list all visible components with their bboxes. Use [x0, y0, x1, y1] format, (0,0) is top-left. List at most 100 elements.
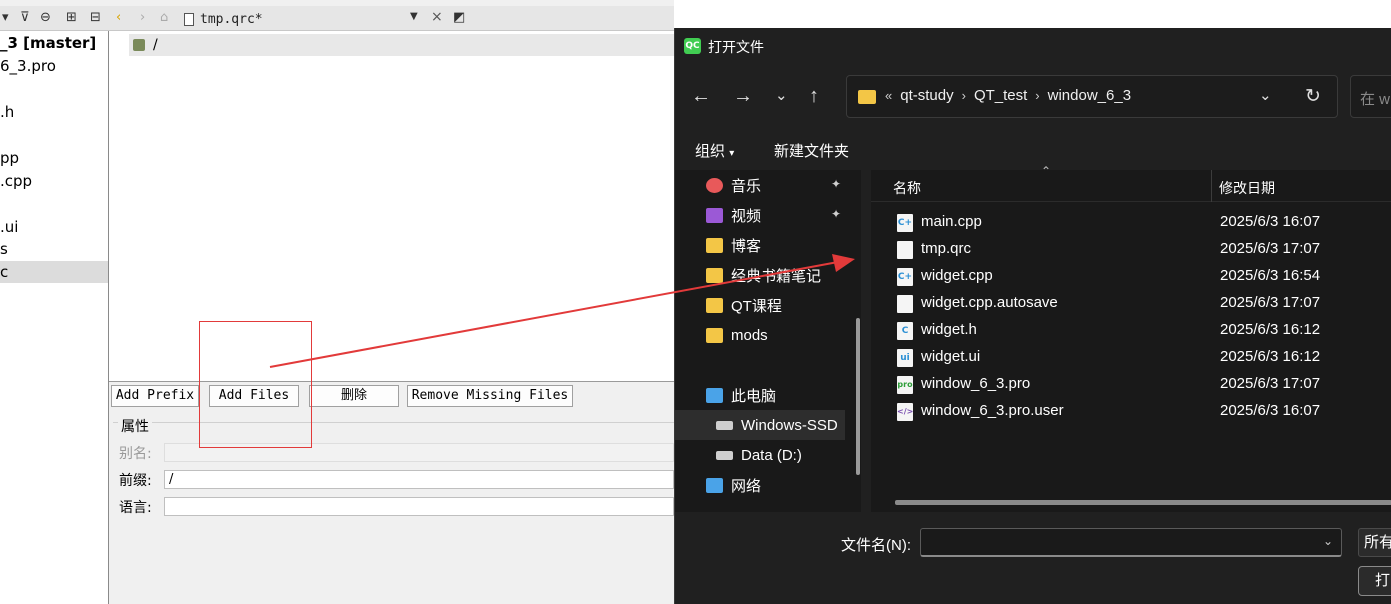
filter-icon[interactable]: ⊽ [20, 10, 30, 26]
file-row[interactable]: C+ main.cpp 2025/6/3 16:07 [871, 209, 1391, 236]
chevron-right-icon[interactable]: › [1035, 88, 1039, 103]
nav-item-this-pc[interactable]: 此电脑 [675, 380, 845, 410]
dialog-title: 打开文件 [708, 39, 764, 55]
back-arrow-icon[interactable]: ← [691, 85, 711, 107]
breadcrumb: « qt-study › QT_test › window_6_3 [885, 87, 1131, 104]
dialog-footer: 文件名(N): ⌄ 所有 打 [675, 512, 1391, 604]
link-icon[interactable]: ⊖ [40, 10, 51, 26]
prefix-label: 前缀: [119, 473, 152, 489]
chevron-down-icon[interactable]: ⌄ [1259, 86, 1272, 104]
alias-label: 别名: [119, 446, 152, 462]
horizontal-scrollbar[interactable] [895, 500, 1391, 505]
search-placeholder: 在 w [1360, 91, 1391, 108]
generic-file-icon [897, 295, 913, 313]
split-icon[interactable]: ⊞ [66, 10, 77, 26]
add-prefix-button[interactable]: Add Prefix [111, 385, 199, 407]
breadcrumb-item[interactable]: window_6_3 [1048, 87, 1131, 104]
collapse-icon[interactable]: ⊟ [90, 10, 101, 26]
file-row[interactable]: C+ widget.cpp 2025/6/3 16:54 [871, 263, 1391, 290]
nav-item-music[interactable]: 音乐 ✦ [675, 170, 845, 200]
open-file-dialog: QC 打开文件 ← → ⌄ ↑ « qt-study › QT_test › w… [674, 28, 1391, 604]
nav-item-mods[interactable]: mods [675, 320, 845, 350]
project-item-selected[interactable]: c [0, 261, 108, 283]
dropdown-icon[interactable]: ▾ [2, 10, 9, 26]
address-bar[interactable]: « qt-study › QT_test › window_6_3 ⌄ ↻ [846, 75, 1338, 118]
project-item[interactable]: .h [0, 101, 108, 123]
navigation-pane: 音乐 ✦ 视频 ✦ 博客 经典书籍笔记 QT课程 mods 此电脑 Window… [675, 170, 861, 512]
project-item[interactable]: 6_3.pro [0, 55, 108, 77]
file-row[interactable]: widget.cpp.autosave 2025/6/3 17:07 [871, 290, 1391, 317]
remove-missing-files-button[interactable]: Remove Missing Files [407, 385, 573, 407]
add-files-button[interactable]: Add Files [209, 385, 299, 407]
pin-icon[interactable]: ✦ [831, 177, 841, 191]
file-row[interactable]: ui widget.ui 2025/6/3 16:12 [871, 344, 1391, 371]
project-item[interactable]: .cpp [0, 170, 108, 192]
back-icon[interactable]: ‹ [116, 10, 121, 26]
user-file-icon: </> [897, 403, 913, 421]
file-row[interactable]: tmp.qrc 2025/6/3 17:07 [871, 236, 1391, 263]
chevron-down-icon[interactable]: ⌄ [1323, 534, 1333, 548]
file-list: ⌃ 名称 修改日期 C+ main.cpp 2025/6/3 16:07 tmp… [871, 164, 1391, 512]
up-arrow-icon[interactable]: ↑ [809, 85, 819, 107]
command-bar: 组织 ▾ 新建文件夹 [675, 128, 1391, 170]
search-input[interactable]: 在 w [1350, 75, 1391, 118]
prefix-field[interactable]: / [164, 470, 674, 489]
project-item[interactable]: pp [0, 147, 108, 169]
properties-title: 属性 [118, 416, 152, 436]
language-field[interactable] [164, 497, 674, 516]
tab-dropdown-icon[interactable]: ▼ [410, 11, 418, 22]
file-row[interactable]: C widget.h 2025/6/3 16:12 [871, 317, 1391, 344]
delete-button[interactable]: 删除 [309, 385, 399, 407]
column-name[interactable]: 名称 [893, 178, 921, 198]
nav-item-data-d[interactable]: Data (D:) [675, 440, 845, 470]
overflow-icon[interactable]: « [885, 88, 892, 103]
column-modified[interactable]: 修改日期 [1219, 178, 1275, 198]
document-icon [184, 12, 194, 26]
resource-bottom-panel: Add Prefix Add Files 删除 Remove Missing F… [109, 381, 674, 604]
breadcrumb-item[interactable]: qt-study [900, 87, 953, 104]
nav-item-network[interactable]: 网络 [675, 470, 845, 500]
dialog-titlebar[interactable]: QC 打开文件 [675, 28, 1391, 64]
project-item[interactable]: s [0, 238, 108, 260]
nav-item-video[interactable]: 视频 ✦ [675, 200, 845, 230]
prefix-icon [133, 39, 145, 51]
nav-item-blog[interactable]: 博客 [675, 230, 845, 260]
drive-icon [716, 420, 733, 430]
filename-input[interactable] [920, 528, 1342, 557]
nav-item-books[interactable]: 经典书籍笔记 [675, 260, 845, 290]
organize-menu[interactable]: 组织 ▾ [695, 140, 734, 161]
filename-label: 文件名(N): [841, 537, 911, 554]
language-label: 语言: [119, 500, 152, 516]
file-row[interactable]: pro window_6_3.pro 2025/6/3 17:07 [871, 371, 1391, 398]
chevron-right-icon[interactable]: › [962, 88, 966, 103]
video-icon [706, 207, 723, 223]
column-header: ⌃ 名称 修改日期 [871, 164, 1391, 202]
column-divider[interactable] [1211, 170, 1212, 202]
file-type-filter[interactable]: 所有 [1358, 528, 1391, 557]
open-button[interactable]: 打 [1358, 566, 1391, 596]
file-row[interactable]: </> window_6_3.pro.user 2025/6/3 16:07 [871, 398, 1391, 425]
recent-locations-chevron-icon[interactable]: ⌄ [775, 85, 788, 107]
nav-scrollbar[interactable] [856, 318, 860, 475]
open-file-tab[interactable]: tmp.qrc* [184, 10, 263, 28]
new-folder-button[interactable]: 新建文件夹 [774, 140, 849, 161]
network-icon [706, 477, 723, 493]
forward-arrow-icon[interactable]: → [733, 85, 753, 107]
nav-item-qt-course[interactable]: QT课程 [675, 290, 845, 320]
forward-icon[interactable]: › [140, 10, 145, 26]
nav-item-windows-ssd[interactable]: Windows-SSD [675, 410, 845, 440]
navigation-row: ← → ⌄ ↑ « qt-study › QT_test › window_6_… [675, 64, 1391, 128]
prefix-tree-item[interactable]: / [129, 34, 674, 56]
split-editor-icon[interactable]: ◩ [453, 10, 465, 26]
pin-icon[interactable]: ✦ [831, 207, 841, 221]
generic-file-icon [897, 241, 913, 259]
refresh-icon[interactable]: ↻ [1305, 85, 1321, 108]
close-icon[interactable]: × [431, 9, 443, 25]
project-root[interactable]: _3 [master] [0, 32, 108, 54]
qt-logo-icon: QC [684, 38, 701, 54]
folder-icon [706, 297, 723, 313]
folder-icon [706, 267, 723, 283]
breadcrumb-item[interactable]: QT_test [974, 87, 1027, 104]
alias-field [164, 443, 674, 462]
project-item[interactable]: .ui [0, 216, 108, 238]
